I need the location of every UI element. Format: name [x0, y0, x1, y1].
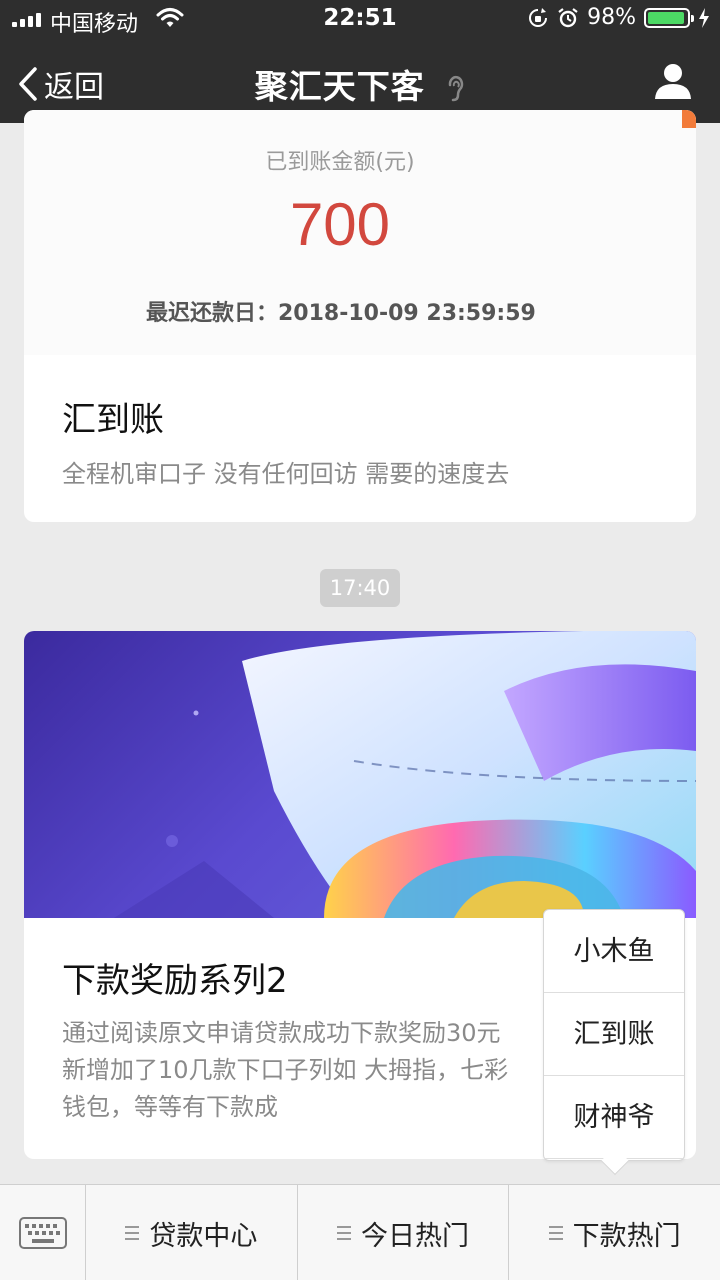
article-desc-line: 通过阅读原文申请贷款成功下款奖励30元: [62, 1019, 501, 1047]
article-desc-2: 通过阅读原文申请贷款成功下款奖励30元 新增加了10几款下口子列如 大拇指，七彩…: [62, 1015, 562, 1126]
article-title-1: 汇到账: [62, 400, 164, 440]
user-profile-icon[interactable]: [654, 62, 692, 100]
top-bar: 中国移动 22:51 98% 返回 聚汇天下客: [0, 0, 720, 123]
article-desc-line: 钱包，等等有下款成: [62, 1093, 278, 1121]
menu-today-hot[interactable]: 今日热门: [298, 1185, 510, 1280]
page-title-text: 聚汇天下客: [254, 67, 425, 106]
article-image-2: [24, 631, 696, 918]
submenu-item[interactable]: 小木鱼: [544, 910, 684, 993]
earpiece-icon: [448, 75, 464, 101]
bottom-menu-bar: 贷款中心 今日热门 下款热门: [0, 1184, 720, 1280]
menu-label: 贷款中心: [149, 1220, 258, 1252]
message-timestamp: 17:40: [320, 569, 400, 607]
rotation-lock-icon: [529, 7, 548, 27]
article-desc-line: 新增加了10几款下口子列如 大拇指，七彩: [62, 1056, 509, 1084]
decorative-corner: [682, 110, 696, 128]
charging-icon: [699, 7, 709, 28]
keyboard-icon: [18, 1217, 67, 1249]
menu-label: 今日热门: [361, 1220, 469, 1252]
menu-list-icon: [548, 1226, 563, 1240]
received-amount: 700: [289, 191, 391, 258]
received-amount-label: 已到账金额(元): [265, 150, 415, 175]
due-date: 最迟还款日：2018-10-09 23:59:59: [146, 301, 536, 326]
submenu-item[interactable]: 汇到账: [544, 993, 684, 1076]
battery-icon: [644, 7, 694, 28]
wallet-illustration: [114, 631, 696, 918]
menu-loan-center[interactable]: 贷款中心: [86, 1185, 298, 1280]
status-right: 98%: [527, 5, 710, 30]
article-desc-1: 全程机审口子 没有任何回访 需要的速度去: [62, 460, 510, 488]
article-image-1: 已到账金额(元) 700 最迟还款日：2018-10-09 23:59:59: [24, 110, 696, 355]
status-bar: 中国移动 22:51 98%: [0, 0, 720, 40]
page-title: 聚汇天下客: [0, 60, 720, 108]
menu-label: 下款热门: [572, 1220, 681, 1252]
article-card-1[interactable]: 已到账金额(元) 700 最迟还款日：2018-10-09 23:59:59 汇…: [24, 110, 696, 522]
alarm-icon: [558, 7, 578, 27]
menu-list-icon: [125, 1226, 140, 1240]
article-title-2: 下款奖励系列2: [62, 961, 288, 1001]
menu-loan-hot[interactable]: 下款热门: [509, 1185, 720, 1280]
battery-percent: 98%: [587, 5, 636, 30]
menu-list-icon: [337, 1226, 351, 1240]
keyboard-toggle-button[interactable]: [0, 1185, 86, 1280]
submenu-popup: 小木鱼 汇到账 财神爷: [543, 909, 685, 1176]
